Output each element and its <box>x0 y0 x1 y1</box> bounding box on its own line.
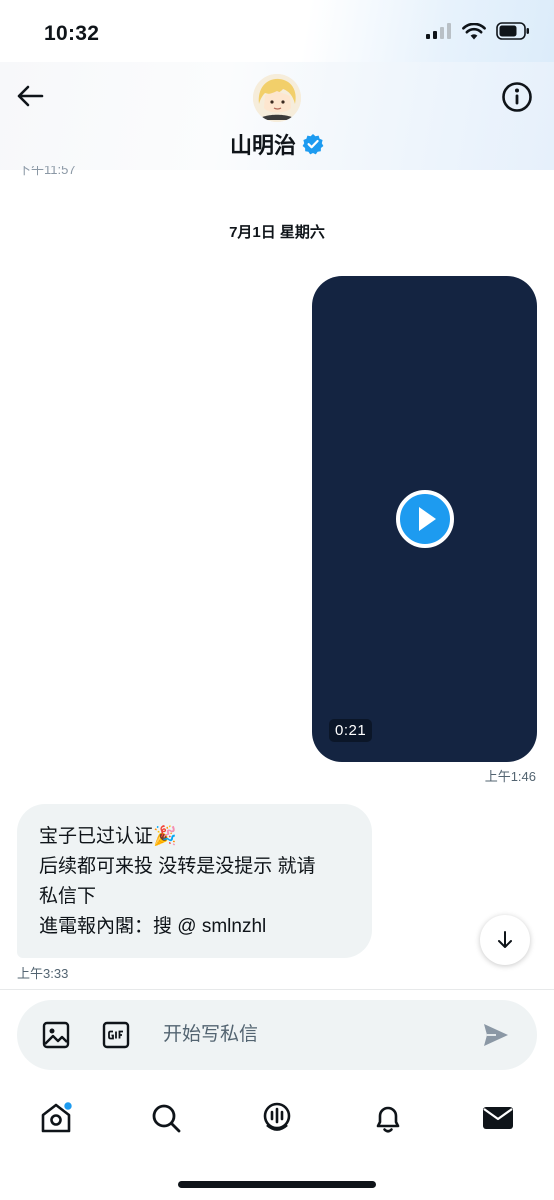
date-separator: 7月1日 星期六 <box>229 224 325 241</box>
arrow-down-icon <box>498 931 512 948</box>
video-message[interactable]: 0:21 <box>312 276 537 762</box>
video-duration: 0:21 <box>329 719 373 742</box>
previous-message-time: 下午11:57 <box>18 166 76 176</box>
gif-icon <box>102 1021 130 1049</box>
message-line: 進電報內閣：搜 @ smlnzhl <box>39 916 267 937</box>
image-icon <box>42 1021 70 1049</box>
cellular-signal-icon <box>426 23 451 39</box>
conversation-header: 山明治 <box>0 62 554 170</box>
play-button[interactable] <box>394 488 456 550</box>
scroll-to-bottom-button[interactable] <box>480 915 530 965</box>
status-time: 10:32 <box>44 22 100 45</box>
contact-avatar[interactable] <box>253 74 301 122</box>
received-message-time: 上午3:33 <box>17 966 69 981</box>
search-icon <box>152 1104 181 1133</box>
contact-name-row[interactable]: 山明治 <box>0 128 554 160</box>
messages-icon <box>483 1107 513 1129</box>
add-media-button[interactable] <box>41 1020 71 1050</box>
status-icons <box>426 22 530 40</box>
tab-search[interactable] <box>146 1098 186 1138</box>
tab-messages[interactable] <box>478 1098 518 1138</box>
message-input[interactable] <box>163 1022 443 1048</box>
conversation-info-button[interactable] <box>500 80 534 114</box>
add-gif-button[interactable] <box>101 1020 131 1050</box>
status-bar: 10:32 <box>0 0 554 62</box>
contact-name: 山明治 <box>229 133 296 158</box>
battery-icon <box>496 22 529 40</box>
home-indicator <box>178 1181 376 1188</box>
home-icon <box>41 1100 74 1133</box>
tab-spaces[interactable] <box>257 1098 297 1138</box>
notifications-icon <box>376 1106 400 1133</box>
send-icon <box>484 1024 508 1046</box>
bottom-tab-bar <box>0 1086 554 1150</box>
video-message-time: 上午1:46 <box>484 769 536 784</box>
spaces-icon <box>263 1102 291 1131</box>
tab-home[interactable] <box>36 1098 76 1138</box>
play-icon <box>396 490 454 548</box>
composer-divider <box>0 989 554 990</box>
message-line: 宝子已过认证🎉 <box>39 826 177 847</box>
received-message-bubble[interactable]: 宝子已过认证🎉 后续都可来投 没转是没提示 就请 私信下 進電報內閣：搜 @ s… <box>17 804 372 958</box>
back-button[interactable] <box>10 76 50 116</box>
send-button[interactable] <box>481 1020 511 1050</box>
info-icon <box>502 82 532 112</box>
message-line: 私信下 <box>39 886 97 907</box>
avatar-image-icon <box>253 74 301 122</box>
verified-badge-icon <box>302 134 324 155</box>
message-line: 后续都可来投 没转是没提示 就请 <box>39 856 316 877</box>
message-composer <box>17 1000 537 1070</box>
back-arrow-icon <box>17 85 44 107</box>
wifi-icon <box>462 22 486 39</box>
tab-notifications[interactable] <box>368 1098 408 1138</box>
